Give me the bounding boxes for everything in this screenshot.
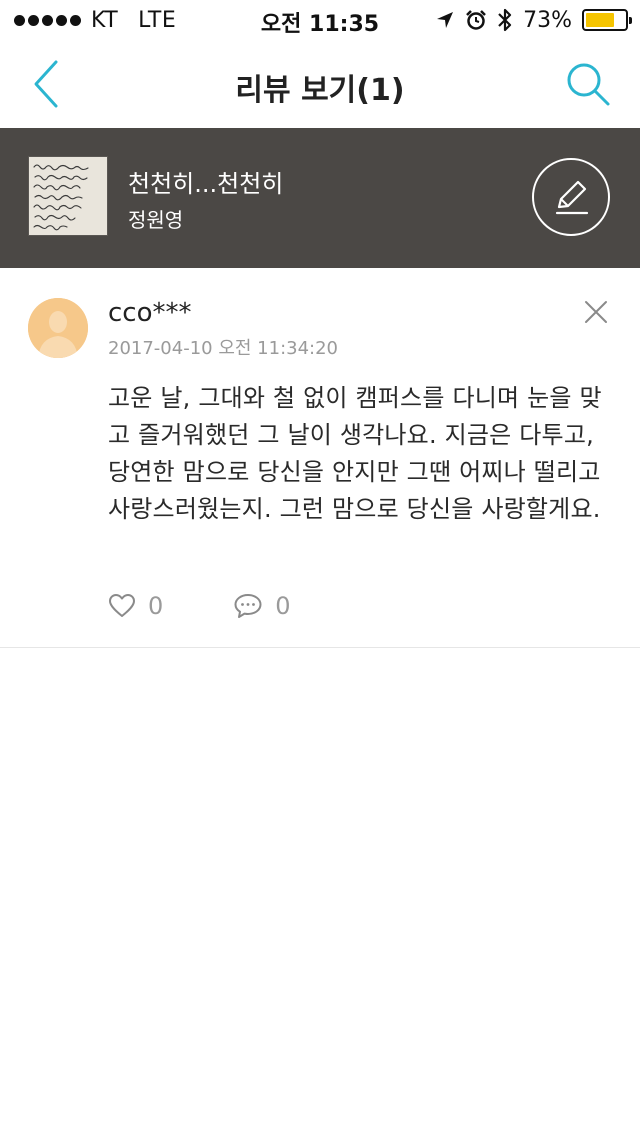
battery-percent: 73% (523, 7, 572, 33)
book-author: 정원영 (128, 208, 184, 232)
comment-count: 0 (275, 592, 291, 620)
bluetooth-icon (498, 8, 512, 32)
delete-review-button[interactable] (582, 298, 610, 326)
battery-icon (582, 9, 632, 31)
alarm-icon (466, 10, 486, 30)
avatar[interactable] (28, 298, 88, 358)
book-title: 천천히...천천히 (128, 170, 284, 198)
review-body: 고운 날, 그대와 철 없이 캠퍼스를 다니며 눈을 맞고 즐거워했던 그 날이… (108, 384, 602, 523)
comment-button[interactable]: 0 (233, 592, 291, 620)
book-header: 천천히...천천히 정원영 (0, 128, 640, 268)
search-button[interactable] (564, 58, 614, 110)
handwriting-cover-art (29, 157, 107, 235)
status-bar: KT LTE 오전 11:35 73% (0, 0, 640, 40)
heart-icon (109, 594, 135, 617)
search-icon (567, 63, 610, 106)
like-count: 0 (148, 592, 164, 620)
like-button[interactable]: 0 (108, 592, 163, 620)
review-item: cco*** 2017-04-10 오전 11:34:20 고운 날, 그대와 … (0, 268, 640, 648)
battery-tip (629, 17, 632, 24)
navigation-bar: 리뷰 보기(1) (0, 40, 640, 128)
close-icon (585, 301, 607, 323)
book-cover-image[interactable] (28, 156, 108, 236)
review-date: 2017-04-10 오전 11:34:20 (108, 338, 339, 359)
pencil-icon (555, 180, 589, 215)
page-title: 리뷰 보기(1) (235, 73, 405, 108)
battery-level (586, 13, 614, 27)
write-review-button[interactable] (532, 158, 610, 236)
status-right: 73% (435, 6, 632, 34)
location-arrow-icon (437, 12, 454, 28)
comment-bubble-icon (234, 594, 262, 618)
default-user-icon (28, 298, 88, 358)
review-username: cco*** (108, 298, 192, 328)
review-actions: 0 0 (108, 590, 291, 622)
